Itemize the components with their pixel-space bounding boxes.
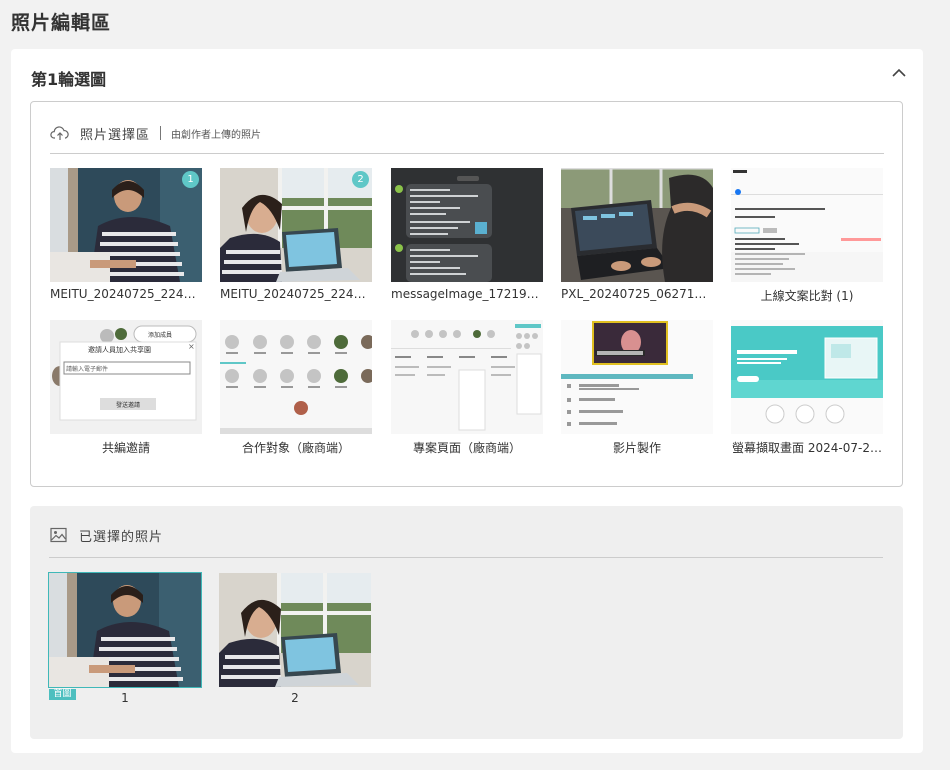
- selected-title: 已選擇的照片: [79, 529, 164, 545]
- photo-select-area: 照片選擇區 由創作者上傳的照片 1 MEITU_20240725_2245… 2…: [30, 101, 903, 487]
- photo-thumb[interactable]: PXL_20240725_062719…: [561, 168, 713, 301]
- round-title: 第1輪選圖: [31, 70, 107, 89]
- document-screenshot: [731, 168, 883, 282]
- cover-tag: 首圖: [49, 689, 76, 700]
- woman-window-photo: 2: [220, 168, 372, 282]
- photo-thumb[interactable]: 合作對象（廠商端）: [220, 320, 372, 456]
- selected-photo-number: 2: [291, 691, 299, 705]
- photo-caption: 合作對象（廠商端）: [241, 441, 350, 455]
- photo-caption: 共編邀請: [101, 441, 150, 455]
- photo-caption: 影片製作: [612, 441, 661, 455]
- close-icon: ×: [188, 342, 195, 351]
- photo-caption: MEITU_20240725_2245…: [220, 287, 372, 301]
- selection-badge: 2: [352, 171, 369, 188]
- selected-header: 已選擇的照片: [49, 524, 883, 546]
- photo-caption: 螢幕擷取畫面 2024-07-2…: [732, 441, 882, 455]
- image-icon: [50, 527, 67, 543]
- cloud-upload-icon: [50, 126, 69, 140]
- round-card: 第1輪選圖 照片選擇區 由創作者上傳的照片 1 MEITU_20240725_2…: [11, 49, 923, 753]
- selection-badge: 1: [182, 171, 199, 188]
- chevron-up-icon: [892, 68, 906, 77]
- photo-thumb[interactable]: 上線文案比對 (1): [731, 168, 883, 304]
- selected-photos-area: 已選擇的照片 首圖 1 2: [30, 506, 903, 739]
- header-underline: [50, 153, 884, 154]
- invite-send-button: 發送邀請: [115, 402, 140, 409]
- woman-laptop-photo: 1: [50, 168, 202, 282]
- header-divider: [160, 126, 162, 140]
- photo-caption: messageImage_17219…: [391, 287, 539, 301]
- project-page-screenshot: [391, 320, 543, 434]
- avatar-grid-screenshot: [220, 320, 372, 434]
- photo-caption: 上線文案比對 (1): [760, 289, 854, 303]
- invite-dialog-screenshot: 邀請人員加入共享園 × 請輸入電子郵件 發送邀請 添加成員: [50, 320, 202, 434]
- photo-thumb[interactable]: 影片製作: [561, 320, 713, 456]
- landing-page-screenshot: [731, 320, 883, 434]
- photo-caption: MEITU_20240725_2245…: [50, 287, 202, 301]
- invite-email-input: 請輸入電子郵件: [66, 366, 109, 373]
- photo-select-subtitle: 由創作者上傳的照片: [171, 129, 262, 141]
- woman-window-photo: [219, 573, 371, 687]
- add-member-button: 添加成員: [148, 332, 173, 339]
- photo-thumb[interactable]: messageImage_17219…: [391, 168, 543, 301]
- invite-dialog-title: 邀請人員加入共享園: [88, 346, 151, 354]
- selected-header-underline: [49, 557, 883, 558]
- photo-select-header: 照片選擇區 由創作者上傳的照片: [50, 122, 884, 144]
- collapse-button[interactable]: [889, 63, 909, 83]
- photo-thumb[interactable]: 專案頁面（廠商端）: [391, 320, 543, 456]
- page-title: 照片編輯區: [11, 12, 112, 34]
- photo-caption: PXL_20240725_062719…: [561, 287, 713, 301]
- video-page-screenshot: [561, 320, 713, 434]
- selected-photo[interactable]: 2: [219, 573, 371, 705]
- photo-select-title: 照片選擇區: [80, 127, 151, 143]
- woman-laptop-photo: [48, 572, 202, 688]
- photo-thumb[interactable]: 邀請人員加入共享園 × 請輸入電子郵件 發送邀請 添加成員 共編邀請: [50, 320, 202, 456]
- photo-thumb[interactable]: 2 MEITU_20240725_2245…: [220, 168, 372, 301]
- chat-screenshot: [391, 168, 543, 282]
- photo-thumb[interactable]: 螢幕擷取畫面 2024-07-2…: [731, 320, 883, 456]
- photo-thumb[interactable]: 1 MEITU_20240725_2245…: [50, 168, 202, 301]
- laptop-typing-photo: [561, 168, 713, 282]
- photo-caption: 專案頁面（廠商端）: [412, 441, 521, 455]
- selected-photo[interactable]: 首圖 1: [48, 572, 202, 705]
